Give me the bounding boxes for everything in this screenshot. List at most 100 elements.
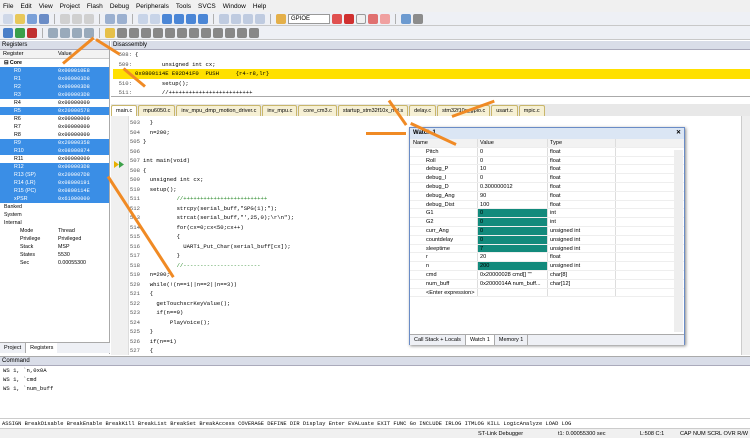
- code-line[interactable]: 525 }: [121, 327, 294, 337]
- watch-col-type[interactable]: Type: [548, 139, 616, 147]
- watch-close-icon[interactable]: ✕: [676, 128, 684, 139]
- watch-row[interactable]: debug_Ang 90 float: [410, 191, 684, 201]
- code-line[interactable]: 523 if(n==9): [121, 308, 294, 318]
- col-value[interactable]: Value: [58, 50, 108, 58]
- undo-icon[interactable]: [105, 13, 115, 24]
- code-line[interactable]: 526 if(n==1): [121, 337, 294, 347]
- watch-value[interactable]: 90: [478, 191, 548, 200]
- watch-name[interactable]: debug_P: [410, 165, 478, 174]
- code-line[interactable]: 514 for(cx=0;cx<50;cx++): [121, 223, 294, 233]
- find-combo[interactable]: GPIOE: [288, 13, 330, 24]
- nav-forward-icon[interactable]: [150, 13, 160, 24]
- watch-name[interactable]: num_buff: [410, 279, 478, 288]
- editor-tab[interactable]: mpu6050.c: [138, 105, 176, 116]
- group-core[interactable]: ⊟ Core: [0, 59, 109, 67]
- watch-row[interactable]: n 200 unsigned int: [410, 262, 684, 271]
- watch-value[interactable]: 0: [478, 209, 548, 218]
- watch-value[interactable]: 20: [478, 253, 548, 262]
- toolbox-icon[interactable]: [249, 27, 259, 38]
- register-row[interactable]: R2 0x000003D8: [0, 83, 109, 91]
- watch-tab[interactable]: Memory 1: [495, 335, 529, 345]
- disasm-line[interactable]: 508:{: [113, 50, 750, 60]
- code-line[interactable]: 508{: [121, 166, 294, 176]
- step-over-icon[interactable]: [60, 27, 70, 38]
- indent-icon[interactable]: [219, 13, 229, 24]
- editor-tab[interactable]: inv_mpu_dmp_motion_driver.c: [176, 105, 262, 116]
- menu-help[interactable]: Help: [253, 3, 266, 10]
- register-value[interactable]: 0x200007D8: [58, 171, 108, 179]
- breakpoint-icon[interactable]: [344, 13, 354, 24]
- analysis-window-icon[interactable]: [213, 27, 223, 38]
- register-value[interactable]: 0x61000000: [58, 195, 108, 203]
- editor-tab[interactable]: main.c: [111, 105, 138, 116]
- register-value[interactable]: 0x00000000: [58, 131, 108, 139]
- watch-name[interactable]: debug_Ang: [410, 191, 478, 200]
- command-window-icon[interactable]: [117, 27, 127, 38]
- menu-peripherals[interactable]: Peripherals: [136, 3, 169, 10]
- menu-debug[interactable]: Debug: [110, 3, 129, 10]
- system-viewer-icon[interactable]: [237, 27, 247, 38]
- menu-tools[interactable]: Tools: [176, 3, 191, 10]
- watch-value[interactable]: 0: [478, 174, 548, 182]
- disasm-line[interactable]: 0x0800114E E92D41F0 PUSH {r4-r8,lr}: [113, 69, 750, 79]
- code-line[interactable]: 504 n=200;: [121, 128, 294, 138]
- register-row[interactable]: R11 0x00000000: [0, 155, 109, 163]
- register-group[interactable]: Banked: [0, 203, 109, 211]
- register-group[interactable]: Internal: [0, 219, 109, 227]
- register-value[interactable]: 0x000003D8: [58, 163, 108, 171]
- breakpoint-disable-all-icon[interactable]: [368, 13, 378, 24]
- watch-value[interactable]: 0: [478, 235, 548, 244]
- save-icon[interactable]: [27, 13, 37, 24]
- watch-value[interactable]: 200: [478, 262, 548, 270]
- watch-name[interactable]: G2: [410, 218, 478, 226]
- nav-back-icon[interactable]: [138, 13, 148, 24]
- step-out-icon[interactable]: [72, 27, 82, 38]
- watch-name[interactable]: <Enter expression>: [410, 288, 478, 297]
- register-value[interactable]: 0x000003D8: [58, 91, 108, 99]
- step-into-icon[interactable]: [48, 27, 58, 38]
- trace-window-icon[interactable]: [225, 27, 235, 38]
- code-line[interactable]: 512 strcpy(serial_buff,"SPG(1);");: [121, 204, 294, 214]
- watch-col-value[interactable]: Value: [478, 139, 548, 147]
- code-line[interactable]: 509 unsigned int cx;: [121, 175, 294, 185]
- code-line[interactable]: 527 {: [121, 346, 294, 355]
- open-folder-icon[interactable]: [15, 13, 25, 24]
- comment-icon[interactable]: [243, 13, 253, 24]
- code-line[interactable]: 520 while(!(n==1||n==2||n==3)): [121, 280, 294, 290]
- watch-row[interactable]: debug_P 10 float: [410, 165, 684, 175]
- editor-tab[interactable]: delay.c: [409, 105, 437, 116]
- watch-tab[interactable]: Call Stack + Locals: [410, 335, 466, 345]
- tab-registers[interactable]: Registers: [26, 343, 58, 353]
- code-line[interactable]: 507 int main(void): [121, 156, 294, 166]
- watch-value[interactable]: [478, 288, 548, 297]
- register-value[interactable]: 0x00000000: [58, 99, 108, 107]
- editor-tab[interactable]: mpic.c: [518, 105, 545, 116]
- watch-name[interactable]: cmd: [410, 270, 478, 279]
- watch-value[interactable]: 0.300000012: [478, 182, 548, 191]
- memory-window-icon[interactable]: [189, 27, 199, 38]
- register-value[interactable]: 0x08000874: [58, 147, 108, 155]
- bookmark-prev-icon[interactable]: [174, 13, 184, 24]
- watch-scrollbar[interactable]: [674, 150, 683, 332]
- run-icon[interactable]: [15, 27, 25, 38]
- call-stack-window-icon[interactable]: [165, 27, 175, 38]
- menu-window[interactable]: Window: [223, 3, 246, 10]
- code-line[interactable]: 516 UART1_Put_Char(serial_buff[cx]);: [121, 242, 294, 252]
- watch-row[interactable]: <Enter expression>: [410, 288, 684, 298]
- disasm-line[interactable]: 509: unsigned int cx;: [113, 60, 750, 70]
- register-value[interactable]: 0x000010E8: [58, 67, 108, 75]
- watch-row[interactable]: debug_I 0 float: [410, 174, 684, 183]
- editor-tab[interactable]: inv_mpu.c: [262, 105, 298, 116]
- tab-project[interactable]: Project: [0, 343, 27, 353]
- watch-row[interactable]: Roll 0 float: [410, 156, 684, 166]
- window-layout-icon[interactable]: [401, 13, 411, 24]
- uncomment-icon[interactable]: [255, 13, 265, 24]
- disasm-line[interactable]: 510: setup();: [113, 79, 750, 89]
- code-line[interactable]: 521 {: [121, 289, 294, 299]
- symbols-window-icon[interactable]: [141, 27, 151, 38]
- watch-name[interactable]: Roll: [410, 156, 478, 165]
- watch-name[interactable]: r: [410, 253, 478, 262]
- command-hint[interactable]: ASSIGN BreakDisable BreakEnable BreakKil…: [0, 418, 750, 428]
- watch-name[interactable]: curr_Ang: [410, 226, 478, 235]
- bookmark-icon[interactable]: [162, 13, 172, 24]
